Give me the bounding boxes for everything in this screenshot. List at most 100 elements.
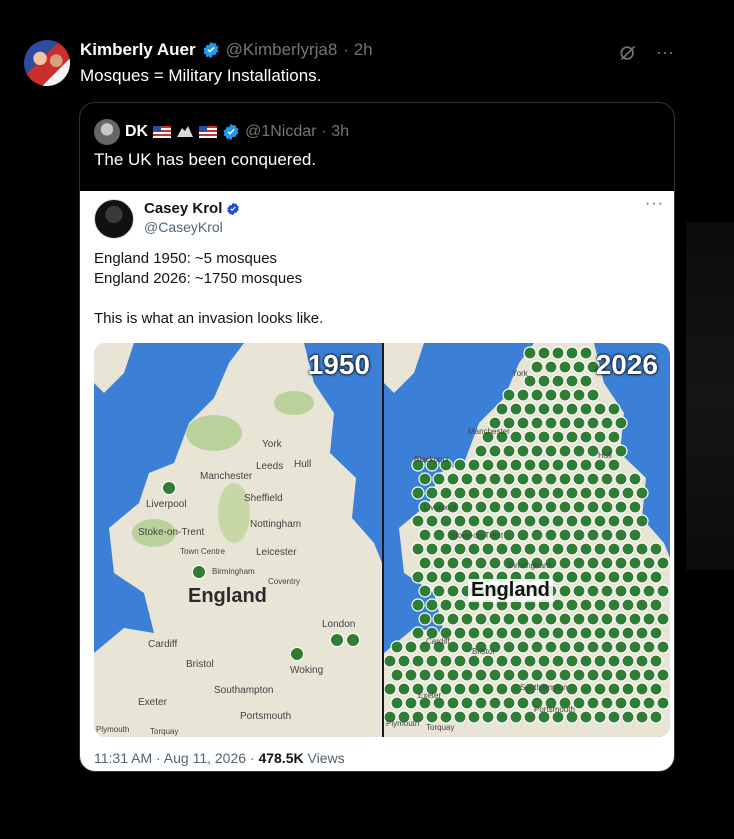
post-text: Mosques = Military Installations. (80, 66, 322, 85)
post-timestamp: 11:31 AM · Aug 11, 2026 · 478.5K Views (94, 750, 345, 766)
embedded-post-screenshot[interactable]: Casey Krol @CaseyKrol ··· England 1950: … (80, 191, 674, 771)
mosque-marker (551, 374, 565, 388)
mosque-marker (593, 542, 607, 556)
mosque-marker (628, 472, 642, 486)
mosque-marker (558, 528, 572, 542)
mosque-marker (495, 654, 509, 668)
mosque-marker (551, 570, 565, 584)
post: Kimberly Auer @Kimberlyrja8 · 2h Mosques… (0, 0, 734, 839)
mosque-marker (411, 514, 425, 528)
embedded-line-3: This is what an invasion looks like. (94, 310, 324, 327)
mosque-marker (537, 542, 551, 556)
mosque-marker (397, 654, 411, 668)
mosque-marker (600, 500, 614, 514)
mosque-marker (411, 626, 425, 640)
mosque-marker (656, 668, 670, 682)
mosque-marker (614, 556, 628, 570)
mosque-marker (614, 584, 628, 598)
mosque-marker (453, 570, 467, 584)
post-time[interactable]: · 2h (343, 40, 372, 60)
mosque-marker (565, 346, 579, 360)
mosque-marker (453, 654, 467, 668)
us-flag-icon (199, 126, 218, 138)
mosque-marker (607, 682, 621, 696)
grok-icon[interactable] (618, 43, 638, 63)
mosque-marker (614, 612, 628, 626)
mosque-marker (460, 500, 474, 514)
mosque-marker (586, 696, 600, 710)
city-label: Liverpool (146, 499, 187, 510)
mosque-marker (425, 542, 439, 556)
mosque-marker (488, 612, 502, 626)
mosque-marker (418, 668, 432, 682)
mosque-marker (656, 584, 670, 598)
region-label: England (188, 585, 267, 607)
mosque-marker (551, 402, 565, 416)
mosque-marker (579, 374, 593, 388)
quote-author-name[interactable]: DK (125, 123, 148, 141)
mosque-marker (635, 570, 649, 584)
mosque-marker (439, 486, 453, 500)
mosque-marker (488, 556, 502, 570)
mosque-marker (509, 654, 523, 668)
embedded-more-icon: ··· (645, 195, 664, 212)
mosque-marker (509, 486, 523, 500)
mosque-marker (460, 696, 474, 710)
mosque-marker (523, 486, 537, 500)
embedded-avatar (94, 199, 134, 239)
mosque-marker (649, 542, 663, 556)
year-label-2026: 2026 (595, 349, 658, 380)
mosque-marker (502, 668, 516, 682)
mosque-marker (600, 528, 614, 542)
mosque-marker (495, 542, 509, 556)
mosque-marker (635, 514, 649, 528)
mosque-marker (502, 500, 516, 514)
mosque-marker (481, 514, 495, 528)
mosque-marker (516, 444, 530, 458)
mosque-marker (551, 626, 565, 640)
mosque-marker (537, 514, 551, 528)
mosque-marker (404, 640, 418, 654)
author-handle[interactable]: @Kimberlyrja8 (226, 40, 338, 60)
mosque-marker (432, 612, 446, 626)
mosque-marker (418, 528, 432, 542)
city-label: Manchester (468, 427, 510, 436)
mosque-marker (551, 514, 565, 528)
mosque-marker (558, 500, 572, 514)
mosque-marker (509, 626, 523, 640)
author-avatar[interactable] (24, 40, 70, 86)
quoted-post[interactable]: DK @1Nicdar · 3h The UK has been conquer… (79, 102, 675, 772)
city-label: Town Centre (180, 547, 225, 556)
mosque-marker (390, 640, 404, 654)
quote-avatar[interactable] (94, 119, 120, 145)
mosque-marker (572, 416, 586, 430)
mosque-marker (593, 626, 607, 640)
mosque-marker (537, 486, 551, 500)
mosque-marker (425, 570, 439, 584)
mosque-marker (432, 556, 446, 570)
mosque-marker (481, 710, 495, 724)
quote-time[interactable]: · 3h (321, 123, 349, 141)
mosque-marker (516, 416, 530, 430)
mosque-marker (537, 430, 551, 444)
mosque-marker (558, 640, 572, 654)
mosque-marker (565, 542, 579, 556)
city-label: Leicester (256, 547, 297, 558)
mosque-marker (572, 612, 586, 626)
city-label: Plymouth (386, 719, 420, 728)
mosque-marker (432, 472, 446, 486)
mosque-marker (621, 514, 635, 528)
author-name[interactable]: Kimberly Auer (80, 40, 196, 60)
more-options-icon[interactable]: ··· (656, 42, 674, 63)
quote-handle[interactable]: @1Nicdar (245, 123, 316, 141)
mosque-marker (453, 458, 467, 472)
mosque-marker (565, 570, 579, 584)
mosque-marker (593, 402, 607, 416)
mosque-marker (607, 598, 621, 612)
embedded-line-1: England 1950: ~5 mosques (94, 250, 278, 267)
mosque-marker (474, 444, 488, 458)
mosque-marker (614, 500, 628, 514)
mosque-marker (558, 472, 572, 486)
mosque-marker (537, 374, 551, 388)
mosque-marker (530, 668, 544, 682)
